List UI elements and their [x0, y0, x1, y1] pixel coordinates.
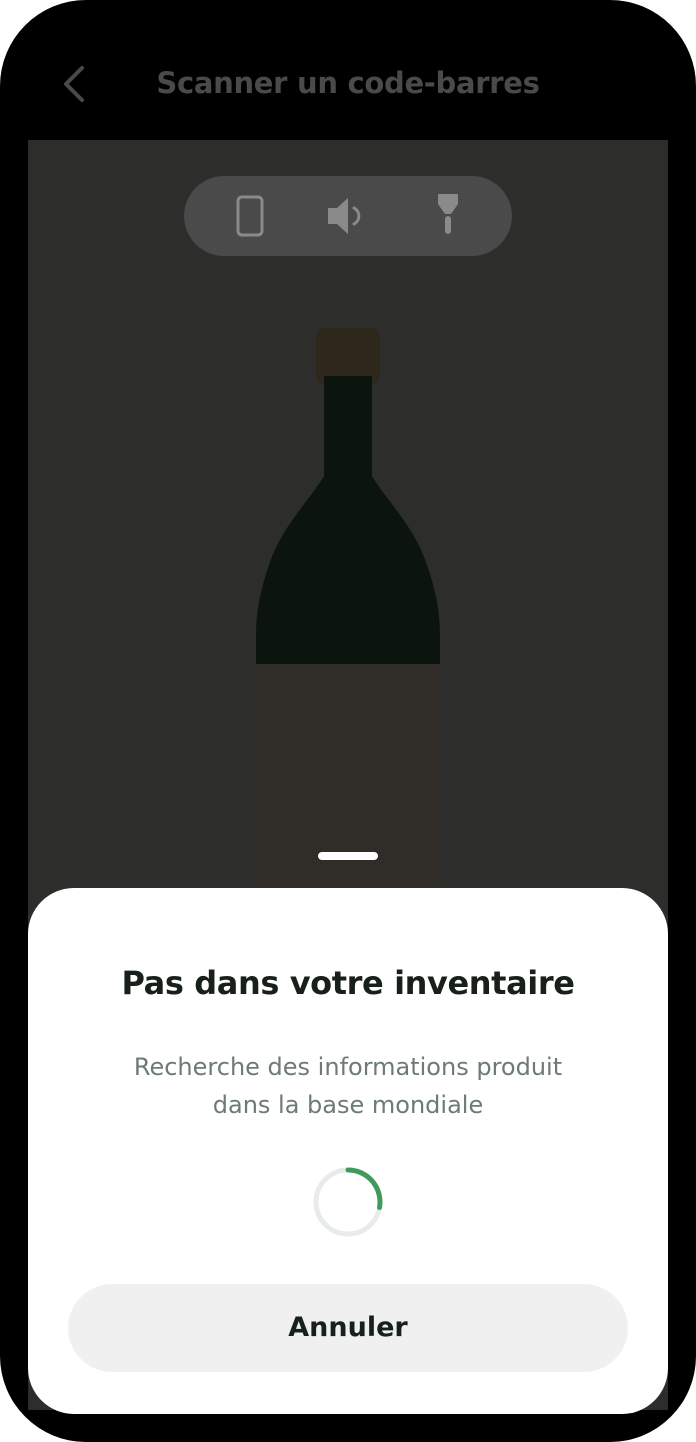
phone-frame: Scanner un code-barres Pas dans votre in… — [0, 0, 696, 1442]
camera-controls — [184, 176, 512, 256]
loading-spinner — [312, 1166, 384, 1238]
sheet-description: Recherche des informations produit dans … — [88, 1048, 608, 1124]
description-line-1: Recherche des informations produit — [133, 1053, 563, 1081]
sheet-grabber[interactable] — [318, 852, 378, 860]
rotate-device-button[interactable] — [226, 192, 274, 240]
description-line-2: dans la base mondiale — [212, 1091, 484, 1119]
phone-icon — [236, 195, 264, 237]
cancel-button[interactable]: Annuler — [68, 1284, 628, 1372]
spinner-icon — [313, 1167, 383, 1237]
sheet-title: Pas dans votre inventaire — [121, 964, 575, 1002]
speaker-icon — [328, 198, 361, 234]
page-title: Scanner un code-barres — [156, 66, 540, 100]
bottom-sheet: Pas dans votre inventaire Recherche des … — [28, 888, 668, 1414]
header: Scanner un code-barres — [0, 40, 696, 130]
flashlight-icon — [438, 194, 458, 234]
flashlight-toggle-button[interactable] — [424, 192, 472, 240]
sound-toggle-button[interactable] — [324, 192, 372, 240]
